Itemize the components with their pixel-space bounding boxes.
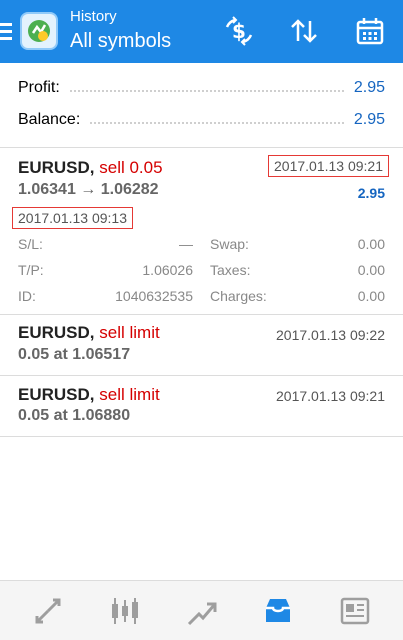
profit-row: Profit: 2.95 xyxy=(18,77,385,99)
id-label: ID: xyxy=(18,288,36,304)
news-icon[interactable] xyxy=(335,591,375,631)
detail-row: ID: 1040632535 Charges: 0.00 xyxy=(18,288,385,306)
sl-label: S/L: xyxy=(18,236,43,252)
charges-value: 0.00 xyxy=(357,288,385,304)
id-value: 1040632535 xyxy=(115,288,193,304)
symbol-name: EURUSD, xyxy=(18,323,95,342)
menu-icon[interactable] xyxy=(0,0,14,63)
sl-value: — xyxy=(179,236,193,252)
trade-icon[interactable] xyxy=(182,591,222,631)
symbol-filter[interactable]: All symbols xyxy=(70,28,171,54)
bottom-navigation xyxy=(0,580,403,640)
order-item[interactable]: EURUSD, sell limit 2017.01.13 09:22 0.05… xyxy=(0,315,403,376)
order-item[interactable]: EURUSD, sell limit 2017.01.13 09:21 0.05… xyxy=(0,376,403,437)
screen-title: History xyxy=(70,8,117,25)
close-time: 2017.01.13 09:21 xyxy=(268,155,389,177)
taxes-label: Taxes: xyxy=(210,262,251,278)
app-logo-icon[interactable] xyxy=(20,12,58,50)
order-details: 0.05 at 1.06880 xyxy=(18,407,131,424)
dollar-exchange-icon[interactable]: $ xyxy=(222,14,256,48)
tp-value: 1.06026 xyxy=(142,262,193,278)
detail-row: S/L: — Swap: 0.00 xyxy=(18,236,385,254)
dotted-leader xyxy=(90,122,344,124)
toolbar: History All symbols $ xyxy=(0,0,403,63)
symbol-name: EURUSD, xyxy=(18,385,95,404)
price-range: 1.06341 → 1.06282 xyxy=(18,181,159,198)
taxes-value: 0.00 xyxy=(357,262,385,278)
deal-symbol: EURUSD, sell 0.05 xyxy=(18,158,163,178)
profit-value: 2.95 xyxy=(353,79,385,96)
order-symbol: EURUSD, sell limit xyxy=(18,385,160,405)
symbol-name: EURUSD, xyxy=(18,158,95,177)
dotted-leader xyxy=(69,90,344,92)
deal-profit: 2.95 xyxy=(357,185,385,201)
open-time: 2017.01.13 09:13 xyxy=(12,207,133,229)
order-time: 2017.01.13 09:22 xyxy=(276,327,385,343)
order-type: sell limit xyxy=(99,323,160,342)
profit-label: Profit: xyxy=(18,79,60,96)
balance-value: 2.95 xyxy=(353,111,385,128)
summary-panel: Profit: 2.95 Balance: 2.95 xyxy=(0,63,403,148)
order-symbol: EURUSD, sell limit xyxy=(18,323,160,343)
order-time: 2017.01.13 09:21 xyxy=(276,388,385,404)
deal-type: sell 0.05 xyxy=(99,158,163,177)
calendar-icon[interactable] xyxy=(353,14,387,48)
deal-item[interactable]: EURUSD, sell 0.05 2017.01.13 09:21 1.063… xyxy=(0,148,403,315)
title-block: History All symbols xyxy=(70,8,171,54)
swap-label: Swap: xyxy=(210,236,249,252)
order-details: 0.05 at 1.06517 xyxy=(18,346,131,363)
charges-label: Charges: xyxy=(210,288,267,304)
chart-icon[interactable] xyxy=(105,591,145,631)
swap-value: 0.00 xyxy=(357,236,385,252)
sort-icon[interactable] xyxy=(287,14,321,48)
quotes-icon[interactable] xyxy=(28,591,68,631)
history-icon[interactable] xyxy=(258,591,298,631)
balance-row: Balance: 2.95 xyxy=(18,109,385,131)
app-root: History All symbols $ Profit: 2.95 Balan… xyxy=(0,0,403,640)
order-type: sell limit xyxy=(99,385,160,404)
balance-label: Balance: xyxy=(18,111,81,128)
tp-label: T/P: xyxy=(18,262,44,278)
detail-row: T/P: 1.06026 Taxes: 0.00 xyxy=(18,262,385,280)
